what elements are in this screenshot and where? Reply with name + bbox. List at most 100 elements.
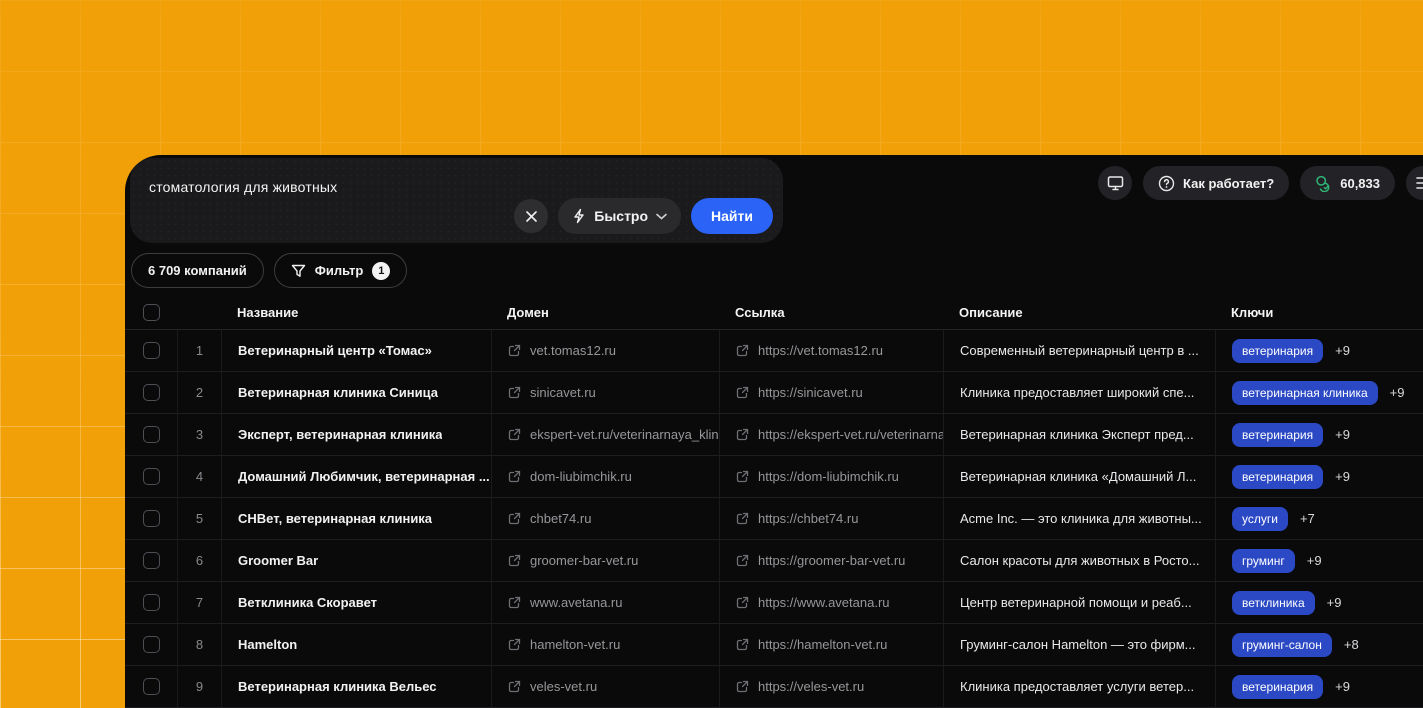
row-number: 7: [177, 582, 221, 623]
company-url-link[interactable]: https://hamelton-vet.ru: [719, 624, 943, 665]
table-row[interactable]: 6 Groomer Bar groomer-bar-vet.ru https:/…: [125, 540, 1423, 582]
table-row[interactable]: 7 Ветклиника Скоравет www.avetana.ru htt…: [125, 582, 1423, 624]
row-checkbox[interactable]: [143, 594, 160, 611]
company-name: Groomer Bar: [221, 540, 491, 581]
row-checkbox[interactable]: [143, 342, 160, 359]
external-link-icon: [736, 554, 749, 567]
table-row[interactable]: 4 Домашний Любимчик, ветеринарная ... do…: [125, 456, 1423, 498]
row-number: 1: [177, 330, 221, 371]
table-row[interactable]: 5 СНВет, ветеринарная клиника chbet74.ru…: [125, 498, 1423, 540]
company-domain-link[interactable]: dom-liubimchik.ru: [491, 456, 719, 497]
company-description: Салон красоты для животных в Росто...: [943, 540, 1215, 581]
company-description: Центр ветеринарной помощи и реаб...: [943, 582, 1215, 623]
external-link-icon: [736, 344, 749, 357]
key-tag[interactable]: ветеринария: [1232, 423, 1323, 447]
company-url-link[interactable]: https://vet.tomas12.ru: [719, 330, 943, 371]
company-url-link[interactable]: https://www.avetana.ru: [719, 582, 943, 623]
filter-chip[interactable]: Фильтр 1: [274, 253, 408, 288]
company-domain-link[interactable]: vet.tomas12.ru: [491, 330, 719, 371]
company-url-link[interactable]: https://sinicavet.ru: [719, 372, 943, 413]
help-button[interactable]: Как работает?: [1143, 166, 1289, 200]
company-domain-link[interactable]: groomer-bar-vet.ru: [491, 540, 719, 581]
key-tag[interactable]: ветеринария: [1232, 465, 1323, 489]
column-header-name[interactable]: Название: [221, 305, 491, 320]
companies-count-chip[interactable]: 6 709 компаний: [131, 253, 264, 288]
company-url-link[interactable]: https://veles-vet.ru: [719, 666, 943, 707]
company-domain-link[interactable]: chbet74.ru: [491, 498, 719, 539]
key-tag[interactable]: груминг: [1232, 549, 1295, 573]
coins-icon: [1315, 175, 1332, 192]
companies-count-label: 6 709 компаний: [148, 263, 247, 278]
row-number: 2: [177, 372, 221, 413]
key-tag[interactable]: ветклиника: [1232, 591, 1315, 615]
toolbar: Как работает? 60,833: [1098, 166, 1423, 200]
external-link-icon: [508, 386, 521, 399]
clear-search-button[interactable]: [514, 199, 548, 233]
hamburger-icon: [1416, 177, 1423, 189]
company-name: Ветеринарная клиника Вельес: [221, 666, 491, 707]
external-link-icon: [508, 554, 521, 567]
company-domain-link[interactable]: sinicavet.ru: [491, 372, 719, 413]
row-checkbox[interactable]: [143, 636, 160, 653]
row-checkbox[interactable]: [143, 384, 160, 401]
company-name: Ветклиника Скоравет: [221, 582, 491, 623]
filter-count-badge: 1: [372, 262, 390, 280]
company-domain-link[interactable]: veles-vet.ru: [491, 666, 719, 707]
chevron-down-icon: [656, 213, 667, 220]
company-url-link[interactable]: https://ekspert-vet.ru/veterinarna: [719, 414, 943, 455]
external-link-icon: [508, 596, 521, 609]
row-checkbox[interactable]: [143, 678, 160, 695]
row-number: 6: [177, 540, 221, 581]
column-header-description[interactable]: Описание: [943, 305, 1215, 320]
key-tag[interactable]: услуги: [1232, 507, 1288, 531]
more-keys-count: +7: [1300, 511, 1315, 526]
external-link-icon: [508, 428, 521, 441]
menu-button[interactable]: [1406, 166, 1423, 200]
table-row[interactable]: 3 Эксперт, ветеринарная клиника ekspert-…: [125, 414, 1423, 456]
column-header-keys[interactable]: Ключи: [1215, 305, 1423, 320]
external-link-icon: [736, 428, 749, 441]
credits-button[interactable]: 60,833: [1300, 166, 1395, 200]
company-name: Домашний Любимчик, ветеринарная ...: [221, 456, 491, 497]
key-tag[interactable]: груминг-салон: [1232, 633, 1332, 657]
company-url-link[interactable]: https://chbet74.ru: [719, 498, 943, 539]
company-name: Ветеринарный центр «Томас»: [221, 330, 491, 371]
display-button[interactable]: [1098, 166, 1132, 200]
row-number: 8: [177, 624, 221, 665]
select-all-checkbox[interactable]: [143, 304, 160, 321]
row-checkbox[interactable]: [143, 510, 160, 527]
search-input[interactable]: стоматология для животных: [149, 179, 337, 195]
table-row[interactable]: 8 Hamelton hamelton-vet.ru https://hamel…: [125, 624, 1423, 666]
external-link-icon: [736, 596, 749, 609]
company-domain-link[interactable]: www.avetana.ru: [491, 582, 719, 623]
company-name: Эксперт, ветеринарная клиника: [221, 414, 491, 455]
table-row[interactable]: 9 Ветеринарная клиника Вельес veles-vet.…: [125, 666, 1423, 708]
row-checkbox[interactable]: [143, 426, 160, 443]
more-keys-count: +9: [1390, 385, 1405, 400]
company-keys: ветеринария +9: [1215, 456, 1423, 497]
company-domain-link[interactable]: ekspert-vet.ru/veterinarnaya_klin: [491, 414, 719, 455]
row-number: 3: [177, 414, 221, 455]
company-url-link[interactable]: https://groomer-bar-vet.ru: [719, 540, 943, 581]
company-url-link[interactable]: https://dom-liubimchik.ru: [719, 456, 943, 497]
company-domain-link[interactable]: hamelton-vet.ru: [491, 624, 719, 665]
column-header-link[interactable]: Ссылка: [719, 305, 943, 320]
company-description: Груминг-салон Hamelton — это фирм...: [943, 624, 1215, 665]
search-controls: Быстро Найти: [514, 198, 773, 234]
filter-label: Фильтр: [315, 263, 364, 278]
key-tag[interactable]: ветеринарная клиника: [1232, 381, 1378, 405]
row-checkbox[interactable]: [143, 468, 160, 485]
monitor-icon: [1107, 175, 1124, 191]
company-description: Ветеринарная клиника Эксперт пред...: [943, 414, 1215, 455]
table-row[interactable]: 1 Ветеринарный центр «Томас» vet.tomas12…: [125, 330, 1423, 372]
company-keys: груминг +9: [1215, 540, 1423, 581]
row-checkbox[interactable]: [143, 552, 160, 569]
key-tag[interactable]: ветеринария: [1232, 339, 1323, 363]
search-card: стоматология для животных Быстро Найти: [130, 158, 783, 243]
x-icon: [525, 210, 538, 223]
search-mode-dropdown[interactable]: Быстро: [558, 198, 681, 234]
key-tag[interactable]: ветеринария: [1232, 675, 1323, 699]
column-header-domain[interactable]: Домен: [491, 305, 719, 320]
search-submit-button[interactable]: Найти: [691, 198, 773, 234]
table-row[interactable]: 2 Ветеринарная клиника Синица sinicavet.…: [125, 372, 1423, 414]
